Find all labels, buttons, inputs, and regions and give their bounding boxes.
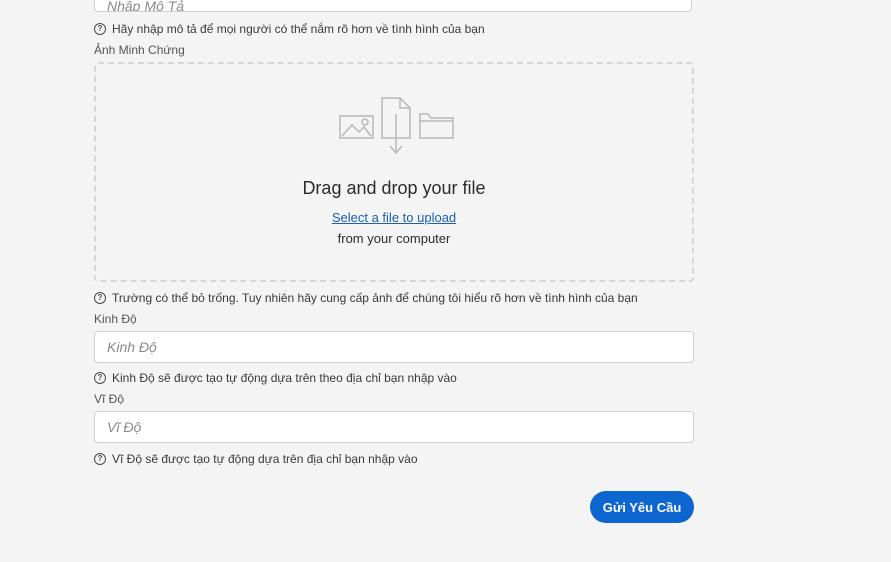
latitude-input[interactable] — [94, 411, 694, 443]
evidence-help-text: Trường có thể bỏ trống. Tuy nhiên hãy cu… — [112, 291, 638, 305]
file-dropzone[interactable]: Drag and drop your file Select a file to… — [94, 62, 694, 282]
report-form: Nhập Mô Tả ? Hãy nhập mô tả để mọi người… — [0, 0, 891, 562]
submit-request-button[interactable]: Gửi Yêu Cầu — [590, 491, 694, 523]
question-circle-icon: ? — [94, 453, 106, 465]
dropzone-title: Drag and drop your file — [302, 178, 486, 198]
description-input[interactable]: Nhập Mô Tả — [94, 0, 692, 12]
dropzone-link-wrap: Select a file to upload — [96, 210, 692, 225]
longitude-label: Kinh Độ — [94, 312, 137, 326]
longitude-input[interactable] — [94, 331, 694, 363]
evidence-label: Ảnh Minh Chứng — [94, 43, 185, 57]
question-circle-icon: ? — [94, 372, 106, 384]
latitude-label: Vĩ Độ — [94, 392, 125, 406]
select-file-link[interactable]: Select a file to upload — [332, 210, 456, 225]
latitude-help: ? Vĩ Độ sẽ được tạo tự động dựa trên địa… — [94, 452, 418, 466]
question-circle-icon: ? — [94, 292, 106, 304]
file-upload-illustration — [339, 97, 454, 155]
evidence-help: ? Trường có thể bỏ trống. Tuy nhiên hãy … — [94, 291, 638, 305]
description-help: ? Hãy nhập mô tả để mọi người có thể nắm… — [94, 22, 485, 36]
description-help-text: Hãy nhập mô tả để mọi người có thể nắm r… — [112, 22, 485, 36]
latitude-help-text: Vĩ Độ sẽ được tạo tự động dựa trên địa c… — [112, 452, 418, 466]
longitude-help-text: Kinh Độ sẽ được tạo tự động dựa trên the… — [112, 371, 457, 385]
longitude-help: ? Kinh Độ sẽ được tạo tự động dựa trên t… — [94, 371, 457, 385]
question-circle-icon: ? — [94, 23, 106, 35]
dropzone-subtitle: from your computer — [337, 231, 451, 246]
